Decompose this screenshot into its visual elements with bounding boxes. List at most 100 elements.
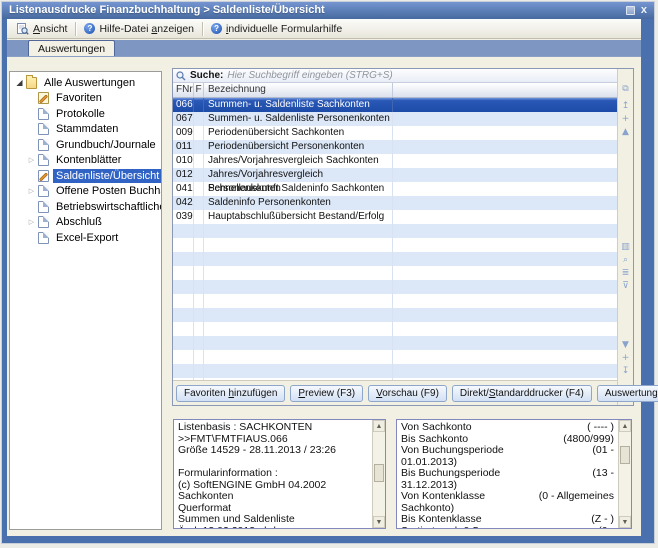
- table-row-empty[interactable]: [173, 224, 619, 238]
- tree-item-label: Stammdaten: [53, 122, 121, 136]
- table-row[interactable]: 067 Summen- u. Saldenliste Personenkonte…: [173, 112, 619, 126]
- search-bar[interactable]: Suche: Hier Suchbegriff eingeben (STRG+S…: [173, 69, 633, 83]
- cell-fnr: 039: [173, 210, 194, 224]
- cell-bezeichnung: Jahres/Vorjahresvergleich Personenkonten: [204, 168, 393, 182]
- cell-f: [194, 112, 204, 126]
- tree-item-stammdaten[interactable]: Stammdaten: [10, 122, 161, 138]
- scrollbar-thumb[interactable]: [620, 446, 630, 464]
- param-value: (0 -: [598, 526, 616, 529]
- tree-item-alle-auswertungen[interactable]: ◢ Alle Auswertungen: [10, 75, 161, 91]
- window-title: Listenausdrucke Finanzbuchhaltung > Sald…: [9, 2, 626, 19]
- tree-item-saldenliste-bersicht[interactable]: Saldenliste/Übersicht: [10, 168, 161, 184]
- tree-item-favoriten[interactable]: Favoriten: [10, 91, 161, 107]
- tree-item-label: Alle Auswertungen: [41, 76, 138, 90]
- expander-icon[interactable]: ▷: [26, 218, 37, 226]
- scroll-bottom-icon[interactable]: ↧: [618, 365, 633, 378]
- tree-item-betriebswirtschaftliche-auswertungen[interactable]: Betriebswirtschaftliche Auswertungen: [10, 199, 161, 215]
- cell-bezeichnung: Periodenübersicht Sachkonten: [204, 126, 393, 140]
- scroll-down-arrow[interactable]: ▼: [373, 516, 385, 528]
- table-row-empty[interactable]: [173, 364, 619, 378]
- vorschau-f9-button[interactable]: Vorschau (F9): [368, 385, 447, 402]
- move-up-icon[interactable]: +: [618, 113, 633, 126]
- scrollbar-thumb[interactable]: [374, 464, 384, 482]
- cell-bezeichnung: [204, 224, 393, 238]
- page-icon: [38, 123, 49, 135]
- tree-item-offene-posten-buchhaltung[interactable]: ▷ Offene Posten Buchhaltung: [10, 184, 161, 200]
- tree-item-kontenbl-tter[interactable]: ▷ Kontenblätter: [10, 153, 161, 169]
- add-favorites-button[interactable]: Favoriten hinzufügen: [176, 385, 285, 402]
- layout-icon[interactable]: ⧉: [618, 83, 633, 96]
- columns-icon[interactable]: ▥: [618, 241, 633, 254]
- scroll-top-icon[interactable]: ↥: [618, 100, 633, 113]
- cell-fnr: [173, 294, 194, 308]
- param-label: Von Sachkonto: [401, 422, 472, 434]
- cell-fnr: 041: [173, 182, 194, 196]
- table-row-empty[interactable]: [173, 252, 619, 266]
- table-row-empty[interactable]: [173, 308, 619, 322]
- direct-standard-printer-f4-button[interactable]: Direkt/Standarddrucker (F4): [452, 385, 592, 402]
- toolbar-button-hilfe-datei-anzeigen[interactable]: ? Hilfe-Datei anzeigen: [77, 21, 201, 37]
- tree-item-excel-export[interactable]: Excel-Export: [10, 230, 161, 246]
- table-row[interactable]: 066 Summen- u. Saldenliste Sachkonten: [173, 98, 619, 112]
- expander-icon[interactable]: ▷: [26, 187, 37, 195]
- table-row-empty[interactable]: [173, 238, 619, 252]
- table-row-empty[interactable]: [173, 350, 619, 364]
- page-icon: [38, 154, 49, 166]
- cell-bezeichnung: Summen- u. Saldenliste Personenkonten: [204, 112, 393, 126]
- table-row-empty[interactable]: [173, 294, 619, 308]
- preview-f3-button[interactable]: Preview (F3): [290, 385, 363, 402]
- cell-f: [194, 322, 204, 336]
- zoom-icon[interactable]: ⌕: [618, 254, 633, 267]
- params-scrollbar[interactable]: ▲ ▼: [618, 420, 631, 528]
- table-row-empty[interactable]: [173, 266, 619, 280]
- column-header-blank: [393, 83, 619, 97]
- tab-auswertungen[interactable]: Auswertungen: [28, 40, 115, 56]
- table-row[interactable]: 041 Schnellauskunft Saldeninfo Sachkonte…: [173, 182, 619, 196]
- cell-f: [194, 280, 204, 294]
- param-value: [614, 503, 616, 515]
- cell-fnr: 012: [173, 168, 194, 182]
- window-titlebar[interactable]: Listenausdrucke Finanzbuchhaltung > Sald…: [2, 2, 654, 19]
- cell-blank: [393, 266, 619, 280]
- toolbar-button-ansicht[interactable]: Ansicht: [9, 21, 74, 37]
- info-scrollbar[interactable]: ▲ ▼: [372, 420, 385, 528]
- scroll-up-arrow[interactable]: ▲: [373, 420, 385, 432]
- tree-item-label: Favoriten: [53, 91, 105, 105]
- tree-item-grundbuch-journale[interactable]: Grundbuch/Journale: [10, 137, 161, 153]
- move-down-icon[interactable]: +: [618, 352, 633, 365]
- table-row[interactable]: 012 Jahres/Vorjahresvergleich Personenko…: [173, 168, 619, 182]
- cell-f: [194, 336, 204, 350]
- filter-icon[interactable]: ⊽: [618, 280, 633, 293]
- scroll-down-arrow[interactable]: ▼: [619, 516, 631, 528]
- list-icon[interactable]: ≣: [618, 267, 633, 280]
- print-report-button[interactable]: Auswertung drucken: [597, 385, 658, 402]
- table-row[interactable]: 009 Periodenübersicht Sachkonten: [173, 126, 619, 140]
- table-header[interactable]: FNr F Bezeichnung: [173, 83, 619, 98]
- expander-icon[interactable]: ▷: [26, 156, 37, 164]
- tree-item-protokolle[interactable]: Protokolle: [10, 106, 161, 122]
- table-row-empty[interactable]: [173, 280, 619, 294]
- reports-tree[interactable]: ◢ Alle Auswertungen Favoriten Protokolle…: [9, 71, 162, 530]
- cell-f: [194, 266, 204, 280]
- tree-item-label: Excel-Export: [53, 231, 121, 245]
- line-down-icon[interactable]: ▼: [618, 339, 633, 352]
- table-row[interactable]: 039 Hauptabschlußübersicht Bestand/Erfol…: [173, 210, 619, 224]
- expander-icon[interactable]: ◢: [14, 78, 25, 87]
- table-row[interactable]: 011 Periodenübersicht Personenkonten: [173, 140, 619, 154]
- param-value: (0 - Allgemeines: [539, 491, 616, 503]
- tree-item-abschlu-[interactable]: ▷ Abschluß: [10, 215, 161, 231]
- table-row-empty[interactable]: [173, 336, 619, 350]
- close-icon[interactable]: x: [641, 6, 647, 15]
- table-row[interactable]: 042 Saldeninfo Personenkonten: [173, 196, 619, 210]
- table-row-empty[interactable]: [173, 322, 619, 336]
- scroll-up-arrow[interactable]: ▲: [619, 420, 631, 432]
- selection-params-panel: Von Sachkonto( ---- )Bis Sachkonto(4800/…: [396, 419, 632, 529]
- column-header-bezeichnung[interactable]: Bezeichnung: [204, 83, 393, 97]
- restore-icon[interactable]: [626, 6, 635, 15]
- column-header-f[interactable]: F: [194, 83, 204, 97]
- toolbar-button-individuelle-formularhilfe[interactable]: ? individuelle Formularhilfe: [204, 21, 349, 37]
- line-up-icon[interactable]: ▲: [618, 126, 633, 139]
- table-row[interactable]: 010 Jahres/Vorjahresvergleich Sachkonten: [173, 154, 619, 168]
- cell-blank: [393, 294, 619, 308]
- column-header-fnr[interactable]: FNr: [173, 83, 194, 97]
